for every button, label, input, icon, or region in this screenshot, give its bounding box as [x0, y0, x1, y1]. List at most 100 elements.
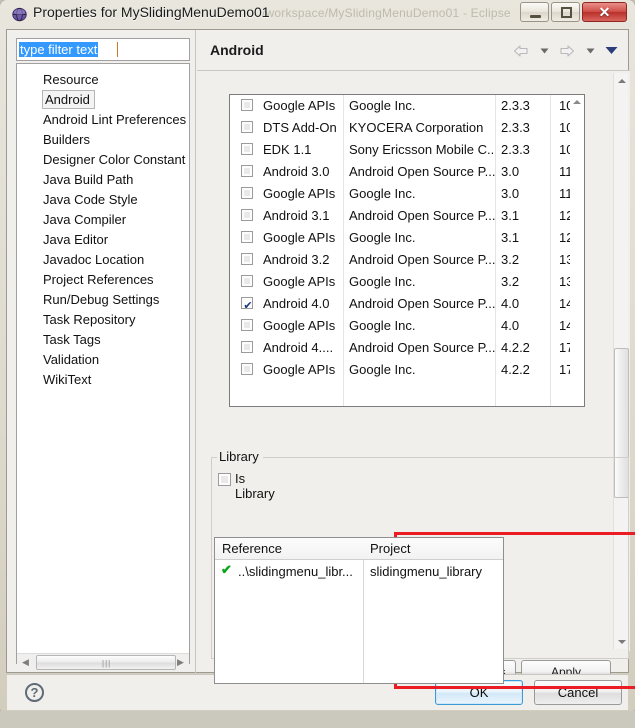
tree-horizontal-scrollbar[interactable]: ◀ ▶ ||| — [17, 653, 189, 670]
target-name-cell: DTS Add-On — [263, 120, 337, 135]
target-name-cell: Google APIs — [263, 362, 336, 377]
sidebar-item-javadoc-location[interactable]: Javadoc Location — [17, 250, 189, 270]
row-checkbox-cell[interactable] — [230, 117, 263, 139]
preference-tree[interactable]: Resource Android Android Lint Preference… — [16, 63, 190, 664]
title-bar[interactable]: /workspace/MySlidingMenuDemo01 - Eclipse… — [0, 0, 635, 28]
column-header-reference[interactable]: Reference — [215, 538, 363, 560]
android-targets-table[interactable]: Google APIs Google Inc. 2.3.3 10 DTS Add… — [229, 94, 585, 407]
target-platform-cell: 4.2.2 — [501, 340, 530, 355]
table-row[interactable]: Android 3.1 Android Open Source P... 3.1… — [230, 205, 584, 227]
window-title: Properties for MySlidingMenuDemo01 — [33, 4, 270, 20]
help-icon[interactable]: ? — [25, 683, 44, 702]
table-row[interactable]: Google APIs Google Inc. 4.0 14 — [230, 315, 584, 337]
row-checkbox-cell[interactable] — [230, 293, 263, 315]
sidebar-item-run-debug-settings[interactable]: Run/Debug Settings — [17, 290, 189, 310]
sidebar-item-task-tags[interactable]: Task Tags — [17, 330, 189, 350]
target-vendor-cell: Google Inc. — [349, 98, 416, 113]
row-checkbox-cell[interactable] — [230, 139, 263, 161]
minimize-button[interactable] — [520, 2, 549, 22]
table-row[interactable]: Google APIs Google Inc. 4.2.2 17 — [230, 359, 584, 381]
maximize-icon — [561, 7, 572, 18]
row-checkbox-cell[interactable] — [230, 227, 263, 249]
target-checkbox[interactable] — [241, 341, 253, 353]
scrollbar-thumb[interactable]: ||| — [36, 655, 176, 670]
sidebar-item-builders[interactable]: Builders — [17, 130, 189, 150]
table-row[interactable]: Google APIs Google Inc. 3.0 11 — [230, 183, 584, 205]
target-checkbox[interactable] — [241, 253, 253, 265]
scrollbar-grip-icon: ||| — [102, 659, 112, 668]
scroll-left-icon[interactable]: ◀ — [17, 654, 34, 671]
target-name-cell: Android 3.2 — [263, 252, 330, 267]
target-checkbox[interactable] — [241, 209, 253, 221]
scroll-up-icon[interactable] — [570, 96, 584, 108]
library-references-table[interactable]: Reference Project ✔ ..\slidingmenu_libr.… — [214, 537, 504, 684]
target-platform-cell: 3.0 — [501, 186, 520, 201]
table-row[interactable]: DTS Add-On KYOCERA Corporation 2.3.3 10 — [230, 117, 584, 139]
tree-item-label: Android — [42, 90, 95, 109]
target-checkbox[interactable] — [241, 165, 253, 177]
targets-table-scrollbar[interactable] — [570, 95, 584, 406]
table-row-selected[interactable]: Android 4.0 Android Open Source P... 4.0… — [230, 293, 584, 315]
sidebar-item-java-compiler[interactable]: Java Compiler — [17, 210, 189, 230]
table-row[interactable]: Google APIs Google Inc. 3.1 12 — [230, 227, 584, 249]
table-row[interactable]: Google APIs Google Inc. 2.3.3 10 — [230, 95, 584, 117]
row-checkbox-cell[interactable] — [230, 315, 263, 337]
tree-item-label: Java Compiler — [43, 212, 127, 227]
back-chevron-down-icon[interactable] — [540, 47, 549, 55]
sidebar-item-designer-color-constant[interactable]: Designer Color Constant — [17, 150, 189, 170]
sidebar-item-wikitext[interactable]: WikiText — [17, 370, 189, 390]
view-menu-chevron-down-icon[interactable] — [605, 46, 618, 55]
back-arrow-icon[interactable] — [513, 44, 529, 58]
sidebar-item-project-references[interactable]: Project References — [17, 270, 189, 290]
row-checkbox-cell[interactable] — [230, 161, 263, 183]
column-header-project[interactable]: Project — [363, 538, 503, 560]
target-checkbox[interactable] — [241, 121, 253, 133]
row-checkbox-cell[interactable] — [230, 249, 263, 271]
row-checkbox-cell[interactable] — [230, 205, 263, 227]
table-row[interactable]: Android 4.... Android Open Source P... 4… — [230, 337, 584, 359]
sidebar-item-resource[interactable]: Resource — [17, 70, 189, 90]
target-platform-cell: 4.0 — [501, 296, 520, 311]
row-checkbox-cell[interactable] — [230, 271, 263, 293]
maximize-button[interactable] — [551, 2, 580, 22]
sidebar-item-validation[interactable]: Validation — [17, 350, 189, 370]
target-checkbox[interactable] — [241, 187, 253, 199]
table-row[interactable]: Android 3.2 Android Open Source P... 3.2… — [230, 249, 584, 271]
target-name-cell: EDK 1.1 — [263, 142, 312, 157]
target-checkbox-checked[interactable] — [241, 295, 254, 315]
target-vendor-cell: Google Inc. — [349, 362, 416, 377]
is-library-checkbox[interactable] — [218, 473, 231, 486]
target-checkbox[interactable] — [241, 363, 253, 375]
target-checkbox[interactable] — [241, 231, 253, 243]
tree-item-label: Builders — [43, 132, 90, 147]
sidebar-item-java-editor[interactable]: Java Editor — [17, 230, 189, 250]
target-checkbox[interactable] — [241, 99, 253, 111]
row-checkbox-cell[interactable] — [230, 337, 263, 359]
target-name-cell: Android 4.... — [263, 340, 334, 355]
row-checkbox-cell[interactable] — [230, 183, 263, 205]
table-row[interactable]: Google APIs Google Inc. 3.2 13 — [230, 271, 584, 293]
row-checkbox-cell[interactable] — [230, 359, 263, 381]
table-row[interactable]: EDK 1.1 Sony Ericsson Mobile C... 2.3.3 … — [230, 139, 584, 161]
table-row[interactable]: Android 3.0 Android Open Source P... 3.0… — [230, 161, 584, 183]
target-checkbox[interactable] — [241, 319, 253, 331]
target-name-cell: Google APIs — [263, 230, 336, 245]
target-platform-cell: 3.0 — [501, 164, 520, 179]
forward-arrow-icon[interactable] — [559, 44, 575, 58]
forward-chevron-down-icon[interactable] — [586, 47, 595, 55]
scroll-up-icon[interactable] — [614, 73, 629, 88]
page-nav-icons — [507, 42, 618, 60]
target-platform-cell: 3.1 — [501, 208, 520, 223]
sidebar-item-java-code-style[interactable]: Java Code Style — [17, 190, 189, 210]
target-checkbox[interactable] — [241, 143, 253, 155]
sidebar-item-android-lint-preferences[interactable]: Android Lint Preferences — [17, 110, 189, 130]
table-row[interactable]: ✔ ..\slidingmenu_libr... slidingmenu_lib… — [215, 560, 503, 584]
sidebar-item-task-repository[interactable]: Task Repository — [17, 310, 189, 330]
sidebar-item-java-build-path[interactable]: Java Build Path — [17, 170, 189, 190]
close-button[interactable]: ✕ — [582, 2, 627, 22]
filter-input[interactable]: type filter text — [16, 38, 190, 61]
library-table-header: Reference Project — [215, 538, 503, 560]
row-checkbox-cell[interactable] — [230, 95, 263, 117]
sidebar-item-android[interactable]: Android — [17, 90, 189, 110]
target-checkbox[interactable] — [241, 275, 253, 287]
